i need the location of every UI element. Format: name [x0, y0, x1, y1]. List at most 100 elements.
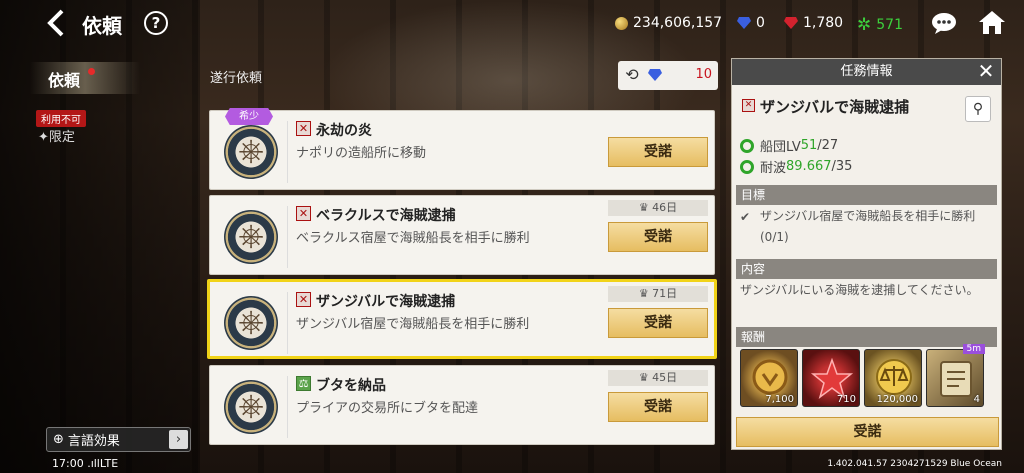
quest-description: ナポリの造船所に移動: [296, 146, 427, 161]
panel-header: 任務情報: [732, 59, 1001, 85]
accept-button[interactable]: 受諾: [608, 392, 708, 422]
list-header: 遂行依頼: [210, 71, 263, 86]
content-header: 内容: [736, 259, 997, 279]
reward-count: 710: [836, 394, 856, 405]
quest-info-panel: 任務情報 ✕ ✕ ザンジバルで海賊逮捕 ⚲ 船団LV 51 /27 耐波 89.…: [731, 58, 1002, 450]
green-gear-icon: ✲: [857, 15, 872, 35]
days-remaining: ♛ 71日: [608, 286, 708, 302]
days-value: 45日: [652, 371, 678, 384]
chat-icon[interactable]: [931, 12, 957, 34]
reward-item[interactable]: 7,100: [740, 349, 798, 407]
battle-quest-icon: ✕: [296, 292, 311, 307]
ship-wheel-emblem: [218, 121, 288, 183]
language-effect-label: 言語効果: [67, 434, 120, 449]
req-label: 船団LV: [760, 140, 801, 155]
rare-badge: 希少: [225, 108, 273, 125]
days-value: 46日: [652, 201, 678, 214]
reward-item[interactable]: 5m 4: [926, 344, 985, 407]
blue-gem-amount: 0: [756, 15, 765, 31]
quest-name: ブタを納品: [316, 378, 386, 394]
currency-blue-gem: 0: [737, 15, 765, 31]
reward-item[interactable]: 710: [802, 349, 860, 407]
days-remaining: ♛ 46日: [608, 200, 708, 216]
quest-card-selected[interactable]: ✕ ザンジバルで海賊逮捕 ザンジバル宿屋で海賊船長を相手に勝利 ♛ 71日 受諾: [207, 279, 717, 359]
requirement-wave-resistance: 耐波 89.667 /35: [740, 157, 852, 176]
ship-wheel-icon: [224, 380, 278, 434]
battle-quest-icon: ✕: [296, 206, 311, 221]
quest-list: 希少 ✕ 永劫の炎 ナポリの造船所に移動 受諾 ✕ ベラクルスで海賊逮捕 ベラク…: [207, 103, 719, 449]
page-title: 依頼: [82, 14, 122, 38]
reward-header: 報酬: [736, 327, 997, 347]
ship-wheel-icon: [224, 210, 278, 264]
quest-card[interactable]: 希少 ✕ 永劫の炎 ナポリの造船所に移動 受諾: [209, 108, 715, 190]
currency-red-gem: 1,780: [784, 15, 843, 31]
reward-count: 120,000: [876, 394, 918, 405]
req-current: 89.667: [786, 159, 832, 174]
accept-button[interactable]: 受諾: [608, 308, 708, 338]
sidebar-tab-requests[interactable]: 依頼: [30, 62, 140, 94]
home-icon[interactable]: [978, 9, 1006, 35]
accept-button[interactable]: 受諾: [608, 222, 708, 252]
language-effect-button[interactable]: ⊕ 言語効果 ›: [46, 427, 191, 452]
refresh-icon: ⟲: [625, 65, 639, 84]
panel-quest-title: ザンジバルで海賊逮捕: [760, 98, 910, 116]
notification-dot: [88, 68, 95, 75]
check-circle-icon: [740, 159, 754, 174]
version-text: 1.402.041.57 2304271529 Blue Ocean: [827, 459, 1002, 469]
chevron-right-icon: ›: [169, 430, 188, 449]
goal-header: 目標: [736, 185, 997, 205]
sidebar-tab-limited[interactable]: ✦限定: [38, 126, 75, 145]
trade-quest-icon: ⚖: [296, 376, 311, 391]
close-icon[interactable]: ✕: [975, 61, 997, 83]
currency-green: ✲ 571: [857, 15, 903, 35]
red-gem-amount: 1,780: [803, 15, 844, 31]
quest-description: プライアの交易所にブタを配達: [296, 401, 479, 416]
quest-name: 永劫の炎: [316, 123, 372, 139]
chevron-left-icon: [47, 9, 64, 37]
reward-tag: 5m: [962, 344, 985, 354]
ship-wheel-icon: [224, 125, 278, 179]
reward-item[interactable]: 120,000: [864, 349, 922, 407]
accept-button[interactable]: 受諾: [608, 137, 708, 167]
quest-name: ベラクルスで海賊逮捕: [316, 208, 456, 224]
refresh-cost: 10: [695, 67, 712, 82]
currency-gold: 234,606,157: [615, 15, 722, 31]
req-max: /35: [831, 159, 853, 174]
quest-description: ベラクルス宿屋で海賊船長を相手に勝利: [296, 231, 530, 246]
reward-count: 7,100: [765, 394, 794, 405]
status-bar-time: 17:00 .ıllLTE: [52, 457, 119, 470]
quest-card[interactable]: ✕ ベラクルスで海賊逮捕 ベラクルス宿屋で海賊船長を相手に勝利 ♛ 46日 受諾: [209, 195, 715, 275]
ship-wheel-emblem: [218, 376, 288, 438]
ship-wheel-emblem: [218, 292, 288, 354]
panel-accept-button[interactable]: 受諾: [736, 417, 999, 447]
req-label: 耐波: [760, 161, 787, 176]
battle-quest-icon: ✕: [296, 121, 311, 136]
req-max: /27: [817, 138, 839, 153]
quest-name: ザンジバルで海賊逮捕: [316, 294, 456, 310]
blue-gem-icon: [737, 17, 751, 29]
quest-description: ザンジバル宿屋で海賊船長を相手に勝利: [296, 317, 530, 332]
globe-icon: ⊕: [53, 432, 64, 447]
top-bar: 依頼 ? 234,606,157 0 1,780 ✲ 571: [0, 0, 1024, 48]
battle-quest-icon: ✕: [742, 99, 755, 112]
red-gem-icon: [784, 17, 798, 29]
help-button[interactable]: ?: [144, 11, 168, 35]
days-remaining: ♛ 45日: [608, 370, 708, 386]
check-circle-icon: [740, 138, 754, 153]
ship-wheel-emblem: [218, 206, 288, 268]
ship-wheel-icon: [224, 296, 278, 350]
reward-count: 4: [973, 394, 980, 405]
requirement-fleet-level: 船団LV 51 /27: [740, 136, 838, 155]
blue-gem-icon: [648, 69, 662, 81]
req-current: 51: [800, 138, 818, 153]
back-button[interactable]: [44, 8, 70, 38]
not-available-badge: 利用不可: [36, 110, 86, 127]
gold-amount: 234,606,157: [633, 15, 723, 31]
content-text: ザンジバルにいる海賊を逮捕してください。: [740, 283, 979, 297]
quest-card[interactable]: ⚖ ブタを納品 プライアの交易所にブタを配達 ♛ 45日 受諾: [209, 365, 715, 445]
days-value: 71日: [652, 287, 678, 300]
sidebar-tab-label: 依頼: [48, 71, 81, 90]
green-amount: 571: [876, 17, 903, 33]
location-pin-button[interactable]: ⚲: [965, 96, 991, 122]
refresh-button[interactable]: ⟲ 10: [618, 61, 718, 90]
